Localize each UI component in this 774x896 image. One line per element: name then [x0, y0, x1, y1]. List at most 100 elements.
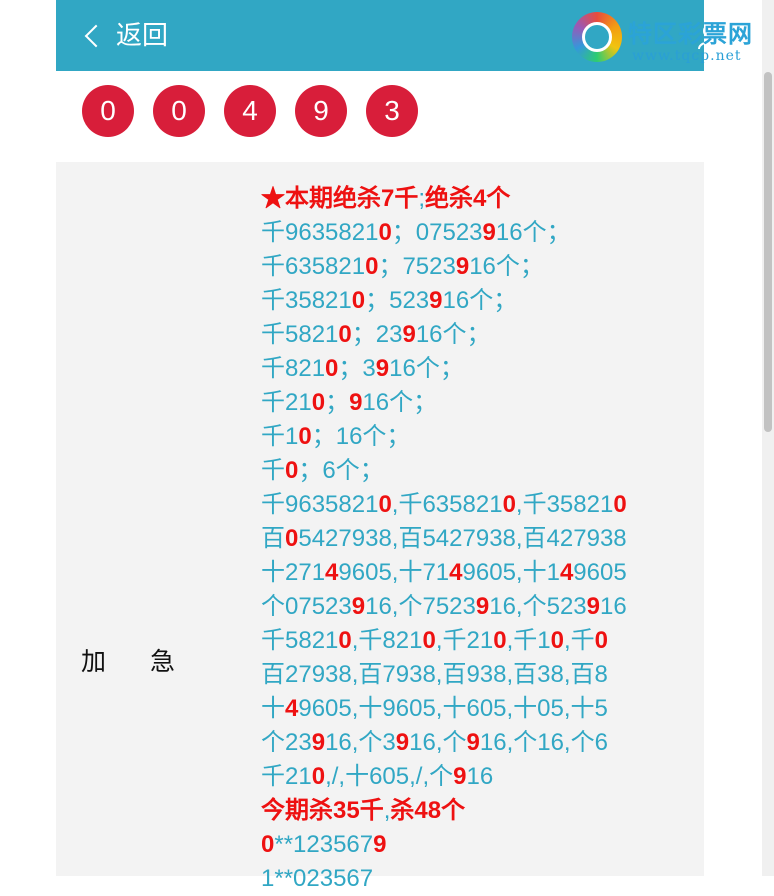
highlight-text: 0	[422, 627, 436, 654]
content-line: 千96358210；07523916个；	[261, 216, 691, 250]
line-text: ；7523	[378, 253, 456, 280]
line-text: ,千21	[435, 627, 494, 654]
label-char: 加	[81, 647, 107, 676]
line-text: 16个；	[495, 219, 571, 246]
number-ball: 0	[153, 85, 205, 137]
highlight-text: 0	[285, 525, 299, 552]
line-text: 5427938,百5427938,百427938	[298, 525, 627, 552]
scrollbar[interactable]	[762, 0, 774, 876]
highlight-text: 0	[285, 457, 299, 484]
content-line: 十27149605,十7149605,十149605	[261, 556, 691, 590]
line-text: 16	[600, 593, 627, 620]
highlight-text: 4	[285, 695, 299, 722]
highlight-text: 9	[373, 831, 387, 858]
line-text: 16,个523	[489, 593, 587, 620]
back-button[interactable]: 返回	[82, 18, 168, 54]
line-text: 16,个3	[325, 729, 396, 756]
line-text: 9605,十71	[338, 559, 450, 586]
highlight-text: 0	[298, 423, 312, 450]
line-text: 千1	[261, 423, 299, 450]
content-line: 千58210,千8210,千210,千10,千0	[261, 624, 691, 658]
line-text: 16个；	[415, 321, 491, 348]
line-text: 9605,十1	[462, 559, 560, 586]
site-logo: 特区彩票网 www.tqcp.net	[572, 8, 774, 68]
line-text: ；3	[338, 355, 376, 382]
highlight-text: 9	[375, 355, 390, 382]
line-text: 百	[261, 525, 285, 552]
line-text: 十271	[261, 559, 326, 586]
highlight-text: 0	[261, 831, 275, 858]
line-text: 9605,十9605,十605,十05,十5	[298, 695, 608, 722]
line-text: ；	[325, 389, 350, 416]
highlight-text: 0	[338, 627, 352, 654]
highlight-text: 0	[365, 253, 379, 280]
line-text: 16,个	[409, 729, 467, 756]
highlight-text: 0	[502, 491, 516, 518]
highlight-text: 今期杀35千	[261, 797, 384, 824]
content-line: 千8210；3916个；	[261, 352, 691, 386]
highlight-text: 9	[395, 729, 410, 756]
highlight-text: 4	[559, 559, 574, 586]
content-line: 个23916,个3916,个916,个16,个6	[261, 726, 691, 760]
logo-title: 特区彩票网	[628, 20, 753, 48]
line-text: 千9635821	[261, 491, 379, 518]
line-text: ；07523	[391, 219, 483, 246]
highlight-text: 0	[325, 355, 339, 382]
line-text: ,/,十605,/,个	[325, 763, 454, 790]
category-label: 加急	[81, 642, 219, 678]
content-line: 千210,/,十605,/,个916	[261, 760, 691, 794]
prediction-panel: 加急 ★本期绝杀7千;绝杀4个 千96358210；07523916个； 千6358…	[56, 162, 704, 892]
line-text: 16个；	[469, 253, 544, 280]
line-text: 千9635821	[261, 219, 379, 246]
number-ball: 0	[82, 85, 134, 137]
content-line: 千358210；523916个；	[261, 284, 691, 318]
highlight-text: 9	[455, 253, 470, 280]
line-text: 个23	[261, 729, 312, 756]
highlight-text: 9	[429, 287, 443, 314]
content-line: 百27938,百7938,百938,百38,百8	[261, 658, 691, 692]
highlight-text: 0	[351, 287, 366, 314]
highlight-text: 0	[378, 219, 392, 246]
content-line: 千58210；23916个；	[261, 318, 691, 352]
highlight-text: 9	[311, 729, 326, 756]
line-text: ；523	[365, 287, 430, 314]
line-text: ,千821	[351, 627, 423, 654]
highlight-text: 杀48个	[390, 797, 466, 824]
scrollbar-thumb[interactable]	[764, 72, 772, 432]
content-line: 百05427938,百5427938,百427938	[261, 522, 691, 556]
highlight-text: 0	[311, 763, 326, 790]
content-line: 今期杀35千,杀48个	[261, 794, 691, 828]
content-line: 1**023567	[261, 862, 691, 896]
line-text: 9605	[573, 559, 627, 586]
highlight-text: 9	[586, 593, 600, 620]
chevron-left-icon	[84, 24, 108, 48]
content-line: 千0；6个；	[261, 454, 691, 488]
highlight-text: 9	[349, 389, 363, 416]
label-char: 急	[150, 647, 176, 676]
logo-ring-icon	[572, 12, 622, 62]
highlight-text: 9	[453, 763, 467, 790]
highlight-text: ★本期绝杀7千	[261, 185, 419, 212]
line-text: **123567	[274, 831, 374, 858]
line-text: ,千1	[506, 627, 551, 654]
highlight-text: 0	[338, 321, 352, 348]
content-line: 个07523916,个7523916,个523916	[261, 590, 691, 624]
highlight-text: 0	[550, 627, 564, 654]
content-line: 千96358210,千6358210,千358210	[261, 488, 691, 522]
highlight-text: 0	[594, 627, 608, 654]
line-text: 十	[261, 695, 285, 722]
line-text: ；23	[351, 321, 403, 348]
line-text: 千5821	[261, 627, 339, 654]
line-text: 千821	[261, 355, 326, 382]
highlight-text: 0	[311, 389, 326, 416]
content-line: 千210；916个；	[261, 386, 691, 420]
line-text: 个07523	[261, 593, 352, 620]
number-ball: 4	[224, 85, 276, 137]
content-line: 0**1235679	[261, 828, 691, 862]
highlight-text: 9	[402, 321, 416, 348]
line-text: 千21	[261, 763, 312, 790]
line-text: 16	[466, 763, 494, 790]
highlight-text: 绝杀4个	[425, 185, 511, 212]
highlight-text: 0	[493, 627, 507, 654]
content-line: 千10；16个；	[261, 420, 691, 454]
